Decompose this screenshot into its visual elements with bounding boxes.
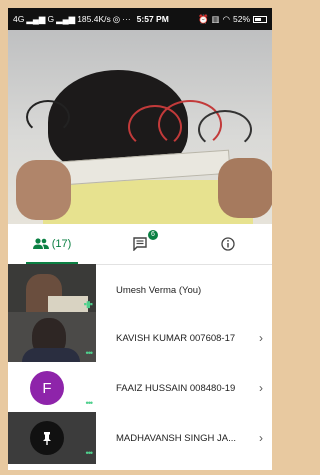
status-left: 4G ▂▄▆ G ▂▄▆ 185.4K/s ◎ ··· 5:57 PM bbox=[13, 14, 169, 25]
more-dots-icon: ••• bbox=[85, 348, 94, 358]
tab-bar: (17) 6 bbox=[8, 224, 272, 265]
hand-right bbox=[218, 158, 272, 218]
participant-name: MADHAVANSH SINGH JA... bbox=[116, 432, 236, 444]
main-video[interactable] bbox=[8, 30, 272, 224]
chevron-right-icon[interactable]: › bbox=[250, 331, 272, 345]
participant-row[interactable]: ••• KAVISH KUMAR 007608-17 › bbox=[8, 312, 272, 364]
participant-row[interactable]: F ••• FAAIZ HUSSAIN 008480-19 › bbox=[8, 362, 272, 414]
wifi-icon: ◠ bbox=[222, 13, 230, 24]
chevron-right-icon[interactable]: › bbox=[250, 431, 272, 445]
participant-thumbnail: ▪▮▪ bbox=[8, 264, 96, 316]
signal-icon-2: ▂▄▆ bbox=[56, 13, 76, 24]
data-speed: 185.4K/s bbox=[77, 14, 111, 24]
more-dots-icon: ••• bbox=[85, 398, 94, 408]
network-type: 4G bbox=[13, 14, 25, 24]
participant-thumbnail: ••• bbox=[8, 412, 96, 464]
battery-percent: 52% bbox=[232, 14, 250, 24]
tab-info[interactable] bbox=[184, 224, 272, 264]
participant-thumbnail: F ••• bbox=[8, 362, 96, 414]
participant-name: KAVISH KUMAR 007608-17 bbox=[116, 332, 236, 344]
people-icon bbox=[32, 238, 49, 249]
participant-row[interactable]: ••• MADHAVANSH SINGH JA... › bbox=[8, 412, 272, 464]
alarm-icon: ⏰ bbox=[197, 13, 209, 24]
volte-icon: ▥ bbox=[211, 13, 220, 24]
participant-name: FAAIZ HUSSAIN 008480-19 bbox=[116, 382, 236, 394]
tab-people[interactable]: (17) bbox=[8, 224, 96, 264]
more-status: ··· bbox=[122, 14, 131, 24]
chat-icon bbox=[133, 237, 147, 251]
hand-left bbox=[16, 160, 71, 220]
chat-badge: 6 bbox=[148, 230, 158, 240]
people-count: (17) bbox=[51, 238, 72, 250]
speaking-indicator-icon: ▪▮▪ bbox=[83, 299, 93, 309]
avatar: F bbox=[30, 371, 64, 405]
avatar bbox=[30, 421, 64, 455]
pin-icon bbox=[43, 432, 51, 445]
signal-icon: ▂▄▆ bbox=[26, 13, 46, 24]
clock: 5:57 PM bbox=[136, 14, 169, 24]
info-icon bbox=[221, 237, 235, 251]
tab-chat[interactable]: 6 bbox=[96, 224, 184, 264]
participant-thumbnail: ••• bbox=[8, 312, 96, 364]
whatsapp-icon: ◎ bbox=[112, 13, 121, 24]
status-right: ⏰ ▥ ◠ 52% bbox=[198, 14, 267, 25]
network-type-2: G bbox=[47, 14, 55, 24]
participant-row[interactable]: ▪▮▪ Umesh Verma (You) bbox=[8, 264, 272, 316]
meeting-screen: 4G ▂▄▆ G ▂▄▆ 185.4K/s ◎ ··· 5:57 PM ⏰ ▥ … bbox=[8, 8, 272, 470]
participant-name: Umesh Verma (You) bbox=[116, 284, 202, 296]
status-bar: 4G ▂▄▆ G ▂▄▆ 185.4K/s ◎ ··· 5:57 PM ⏰ ▥ … bbox=[8, 8, 272, 30]
battery-icon bbox=[253, 15, 267, 23]
more-dots-icon: ••• bbox=[85, 448, 94, 458]
chevron-right-icon[interactable]: › bbox=[250, 381, 272, 395]
